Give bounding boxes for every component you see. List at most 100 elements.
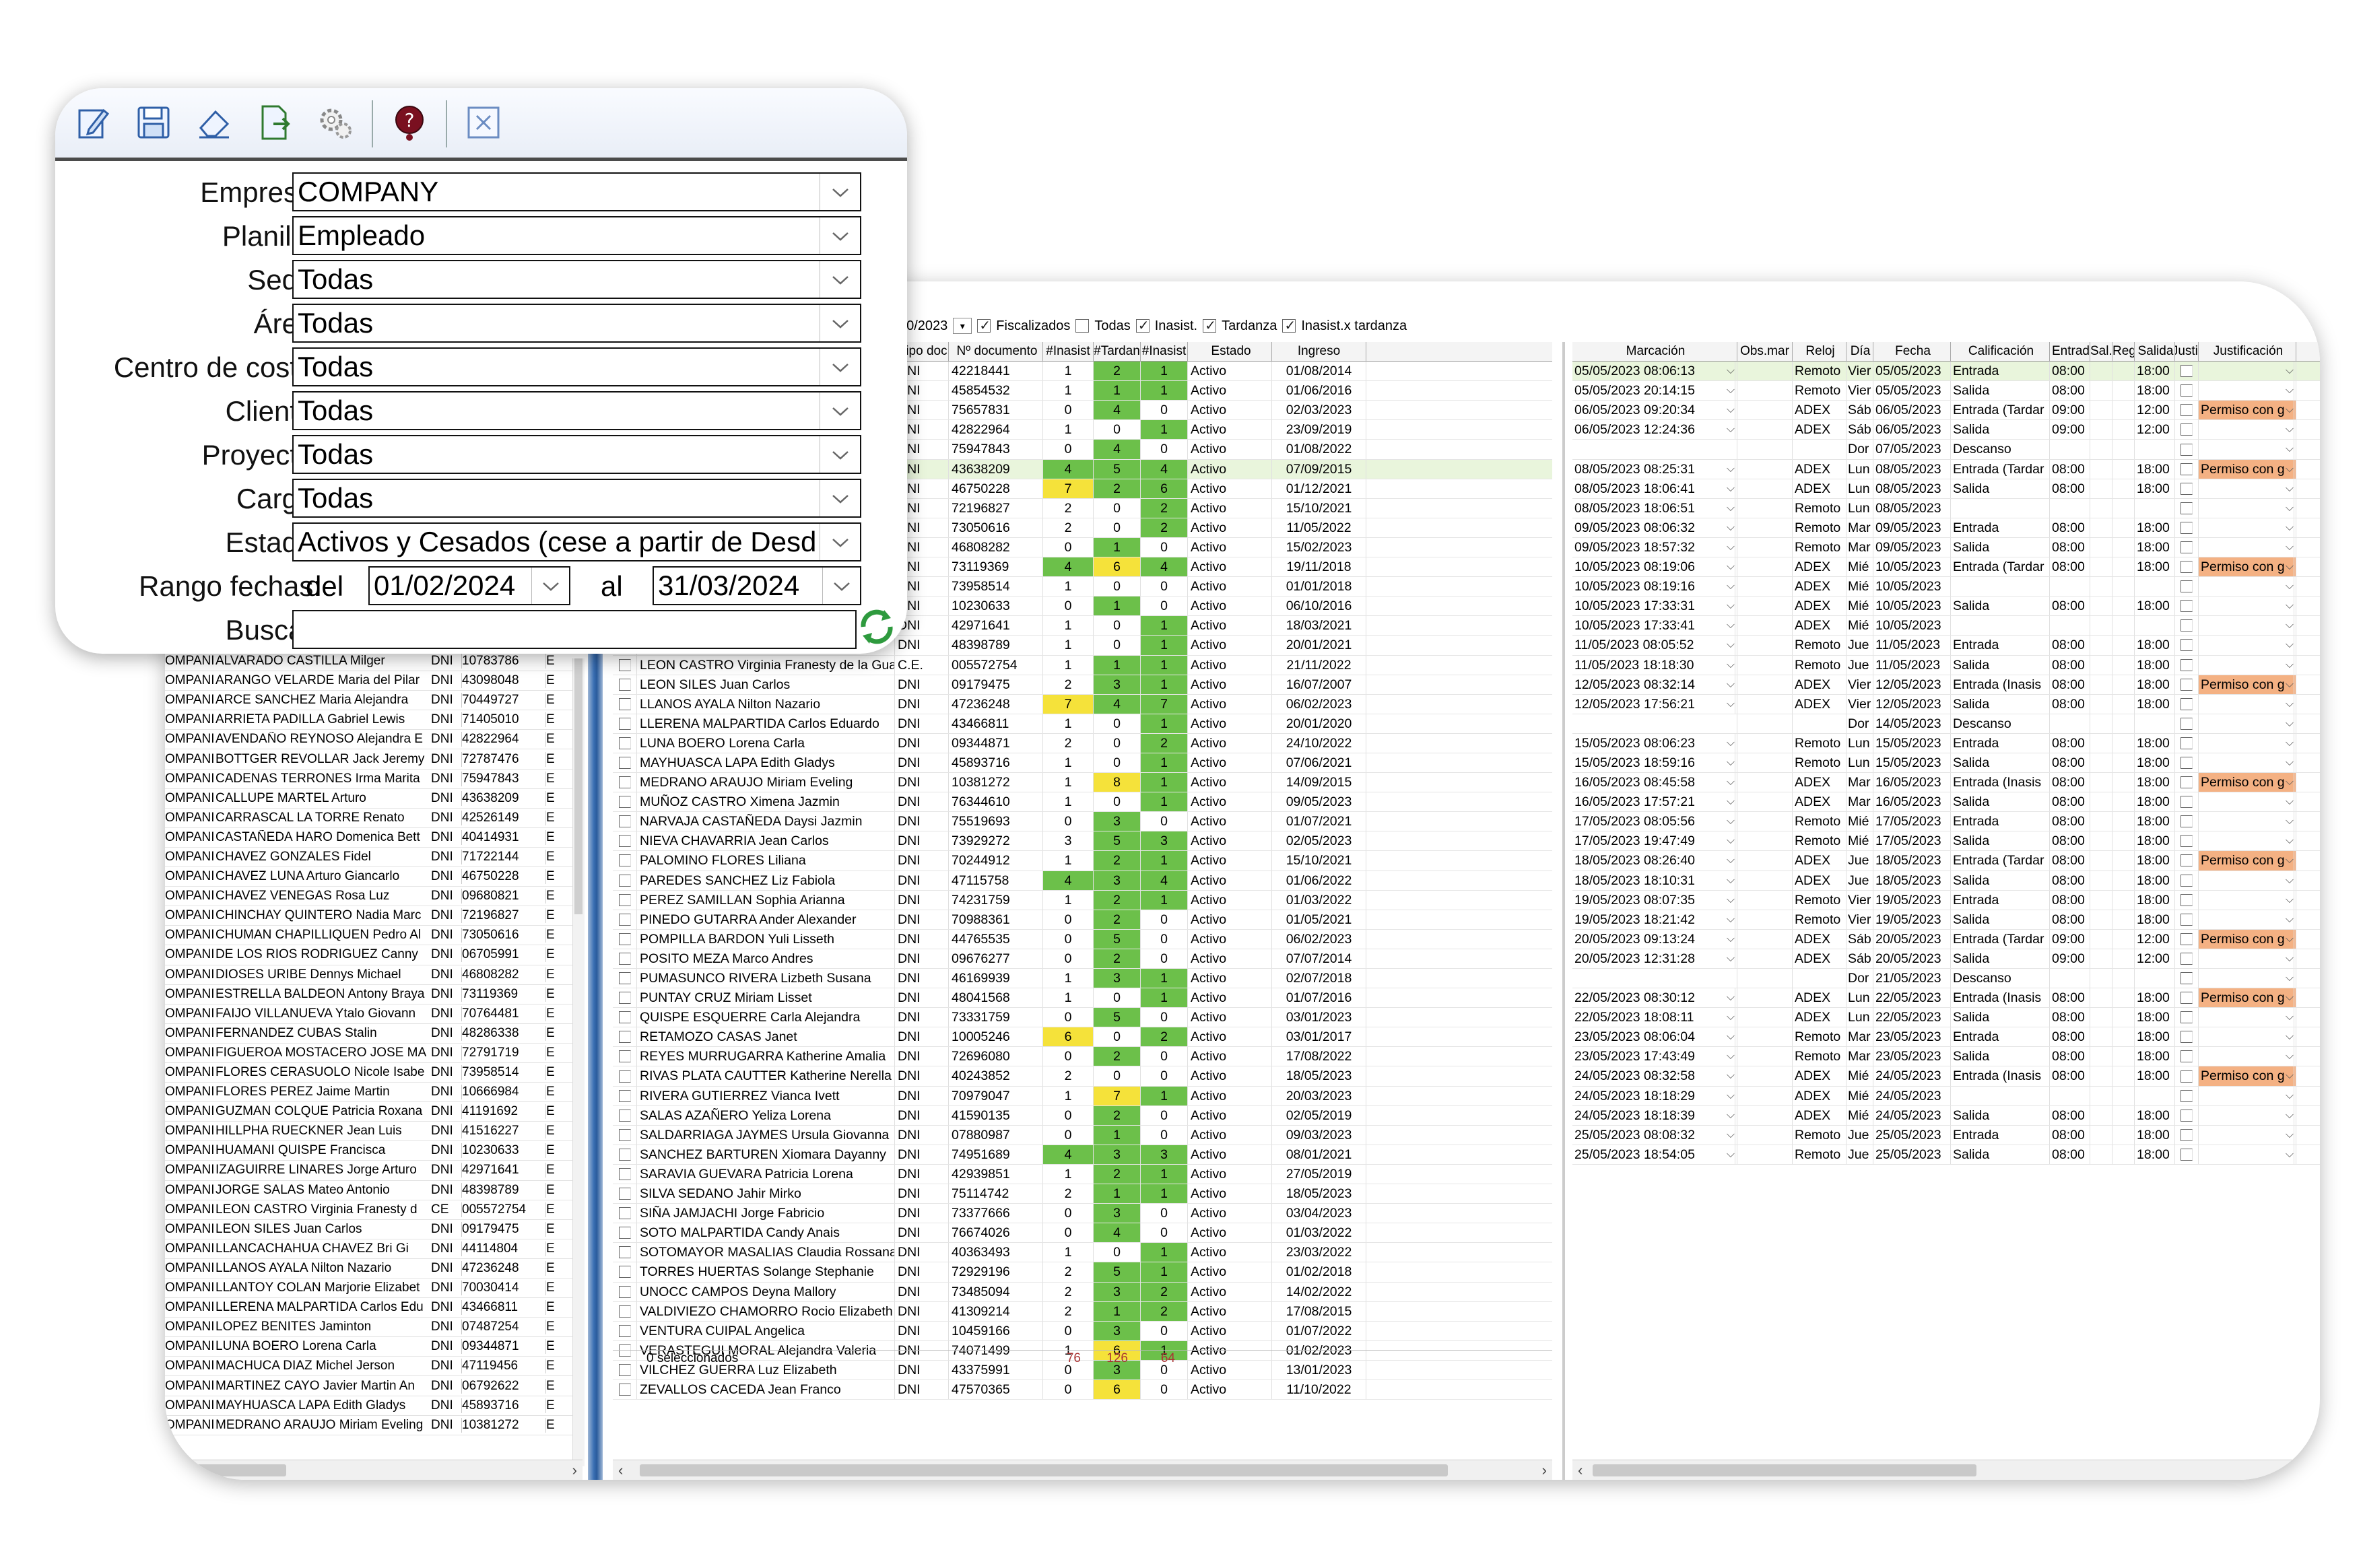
chevron-down-icon[interactable]: ⌵ (1727, 753, 1735, 773)
chevron-down-icon[interactable] (820, 305, 860, 341)
chevron-down-icon[interactable]: ⌵ (2286, 1047, 2294, 1066)
edit-icon[interactable] (69, 98, 117, 147)
table-row[interactable]: 08/05/2023 18:06:41 ⌵ ADEX Lun 08/05/2023 Sal… (1572, 479, 2320, 499)
chevron-down-icon[interactable] (820, 349, 860, 385)
scroll-right-icon[interactable]: › (1542, 1460, 1547, 1480)
justif-checkbox[interactable] (2181, 423, 2193, 436)
justificacion-cell[interactable]: ⌵ (2199, 440, 2296, 459)
todas-checkbox[interactable] (1075, 319, 1090, 333)
justif-cell[interactable] (2175, 773, 2199, 792)
chevron-down-icon[interactable]: ⌵ (2286, 910, 2294, 929)
marcacion-cell[interactable]: 08/05/2023 08:25:31 ⌵ (1572, 459, 1737, 479)
table-row[interactable]: 10/05/2023 08:19:16 ⌵ ADEX Mié 10/05/2023 ⌵ (1572, 577, 2320, 597)
table-row[interactable]: 09/05/2023 18:57:32 ⌵ Remoto Mar 09/05/2023 S… (1572, 537, 2320, 558)
justif-checkbox[interactable] (2181, 463, 2193, 475)
chevron-down-icon[interactable]: ⌵ (1727, 636, 1735, 655)
row-checkbox[interactable] (618, 697, 631, 710)
row-checkbox[interactable] (618, 1050, 631, 1063)
justif-cell[interactable] (2175, 910, 2199, 929)
chevron-down-icon[interactable]: ⌵ (2286, 1145, 2294, 1164)
justif-cell[interactable] (2175, 537, 2199, 557)
chevron-down-icon[interactable]: ⌵ (2286, 655, 2294, 675)
chevron-down-icon[interactable]: ⌵ (1727, 498, 1735, 518)
chevron-down-icon[interactable]: ⌵ (1727, 596, 1735, 616)
row-checkbox[interactable] (618, 815, 631, 828)
period-dropdown-icon[interactable]: ▾ (953, 318, 972, 334)
list-item[interactable]: OMPANI FLORES CERASUOLO Nicole Isabe DNI 73… (165, 1063, 583, 1083)
left-list-vscroll-thumb[interactable] (574, 658, 583, 914)
column-header[interactable]: Reloj (1793, 342, 1846, 362)
justif-checkbox[interactable] (2181, 1109, 2193, 1122)
marcacion-cell[interactable]: 11/05/2023 08:05:52 ⌵ (1572, 636, 1737, 655)
row-checkbox[interactable] (618, 874, 631, 887)
list-item[interactable]: OMPANI MEDRANO ARAUJO Miriam Eveling DNI 10… (165, 1416, 583, 1435)
refresh-icon[interactable] (853, 603, 900, 650)
table-row[interactable]: 16/05/2023 17:57:21 ⌵ ADEX Mar 16/05/2023 Sal… (1572, 792, 2320, 813)
centro-costo-select[interactable]: Todas (292, 347, 861, 386)
table-row[interactable]: 08/05/2023 08:25:31 ⌵ ADEX Lun 08/05/2023 Ent… (1572, 459, 2320, 479)
justif-cell[interactable] (2175, 381, 2199, 401)
marcacion-cell[interactable]: 09/05/2023 18:57:32 ⌵ (1572, 537, 1737, 557)
table-row[interactable]: NIEVA CHAVARRIA Jean Carlos DNI 73929272 3 5… (613, 831, 1552, 852)
chevron-down-icon[interactable]: ⌵ (2286, 616, 2294, 636)
justificacion-cell[interactable]: ⌵ (2199, 636, 2296, 655)
table-row[interactable]: 25/05/2023 18:54:05 ⌵ Remoto Jue 25/05/2023 S… (1572, 1145, 2320, 1165)
justificacion-cell[interactable]: ⌵ (2199, 498, 2296, 518)
chevron-down-icon[interactable]: ⌵ (2286, 1008, 2294, 1027)
justif-cell[interactable] (2175, 753, 2199, 773)
chevron-down-icon[interactable]: ⌵ (2286, 831, 2294, 851)
planilla-select[interactable]: Empleado (292, 216, 861, 255)
list-item[interactable]: OMPANI ESTRELLA BALDEON Antony Braya DNI 73… (165, 985, 583, 1004)
row-checkbox[interactable] (618, 737, 631, 749)
justif-checkbox[interactable] (2181, 541, 2193, 553)
justif-checkbox[interactable] (2181, 952, 2193, 965)
table-row[interactable]: RIVERA GUTIERREZ Vianca Ivett DNI 70979047… (613, 1086, 1552, 1106)
justif-checkbox[interactable] (2181, 521, 2193, 534)
justif-cell[interactable] (2175, 733, 2199, 753)
list-item[interactable]: OMPANI LOPEZ BENITES Jaminton DNI 07487254 E (165, 1318, 583, 1338)
eraser-icon[interactable] (190, 98, 238, 147)
justif-checkbox[interactable] (2181, 913, 2193, 926)
justificacion-cell[interactable]: ⌵ (2199, 890, 2296, 910)
justif-cell[interactable] (2175, 401, 2199, 420)
column-header[interactable]: #Inasist (1043, 342, 1094, 362)
chevron-down-icon[interactable]: ⌵ (2286, 537, 2294, 557)
justificacion-cell[interactable]: Permiso con g ⌵ (2199, 459, 2296, 479)
table-row[interactable]: 23/05/2023 08:06:04 ⌵ Remoto Mar 23/05/2023 E… (1572, 1027, 2320, 1048)
justif-cell[interactable] (2175, 596, 2199, 616)
chevron-down-icon[interactable]: ⌵ (1727, 420, 1735, 440)
table-row[interactable]: 24/05/2023 08:32:58 ⌵ ADEX Mié 24/05/2023 Ent… (1572, 1066, 2320, 1087)
proyecto-select[interactable]: Todas (292, 435, 861, 474)
column-header[interactable]: Sal.Re (2090, 342, 2112, 362)
marcacion-cell[interactable]: 05/05/2023 08:06:13 ⌵ (1572, 362, 1737, 381)
justif-checkbox[interactable] (2181, 580, 2193, 593)
marcacion-cell[interactable]: 10/05/2023 17:33:31 ⌵ (1572, 596, 1737, 616)
justif-checkbox[interactable] (2181, 1089, 2193, 1102)
column-header[interactable]: #Tardan (1094, 342, 1141, 362)
justificacion-cell[interactable]: ⌵ (2199, 753, 2296, 773)
chevron-down-icon[interactable]: ⌵ (2286, 694, 2294, 714)
row-checkbox[interactable] (618, 1188, 631, 1200)
chevron-down-icon[interactable] (820, 217, 860, 254)
chevron-down-icon[interactable]: ⌵ (2286, 773, 2294, 792)
table-row[interactable]: POMPILLA BARDON Yuli Lisseth DNI 44765535 0… (613, 929, 1552, 949)
chevron-down-icon[interactable]: ⌵ (1727, 1145, 1735, 1164)
chevron-down-icon[interactable]: ⌵ (1727, 812, 1735, 831)
column-header[interactable]: Calificación (1951, 342, 2050, 362)
column-header[interactable]: Día (1846, 342, 1873, 362)
justificacion-cell[interactable]: ⌵ (2199, 596, 2296, 616)
justif-checkbox[interactable] (2181, 697, 2193, 710)
justif-checkbox[interactable] (2181, 619, 2193, 632)
justificacion-cell[interactable]: ⌵ (2199, 1008, 2296, 1027)
column-header[interactable]: Reg.R (2112, 342, 2135, 362)
chevron-down-icon[interactable]: ⌵ (2286, 812, 2294, 831)
justificacion-cell[interactable]: Permiso con g ⌵ (2199, 851, 2296, 871)
marcacion-cell[interactable]: 08/05/2023 18:06:41 ⌵ (1572, 479, 1737, 498)
justif-cell[interactable] (2175, 988, 2199, 1008)
table-row[interactable]: SALDARRIAGA JAYMES Ursula Giovanna DNI 078… (613, 1125, 1552, 1145)
marcacion-cell[interactable]: 25/05/2023 08:08:32 ⌵ (1572, 1125, 1737, 1145)
justif-cell[interactable] (2175, 479, 2199, 498)
justif-checkbox[interactable] (2181, 1031, 2193, 1044)
table-row[interactable]: 22/05/2023 18:08:11 ⌵ ADEX Lun 22/05/2023 Sal… (1572, 1008, 2320, 1028)
justif-cell[interactable] (2175, 1066, 2199, 1086)
